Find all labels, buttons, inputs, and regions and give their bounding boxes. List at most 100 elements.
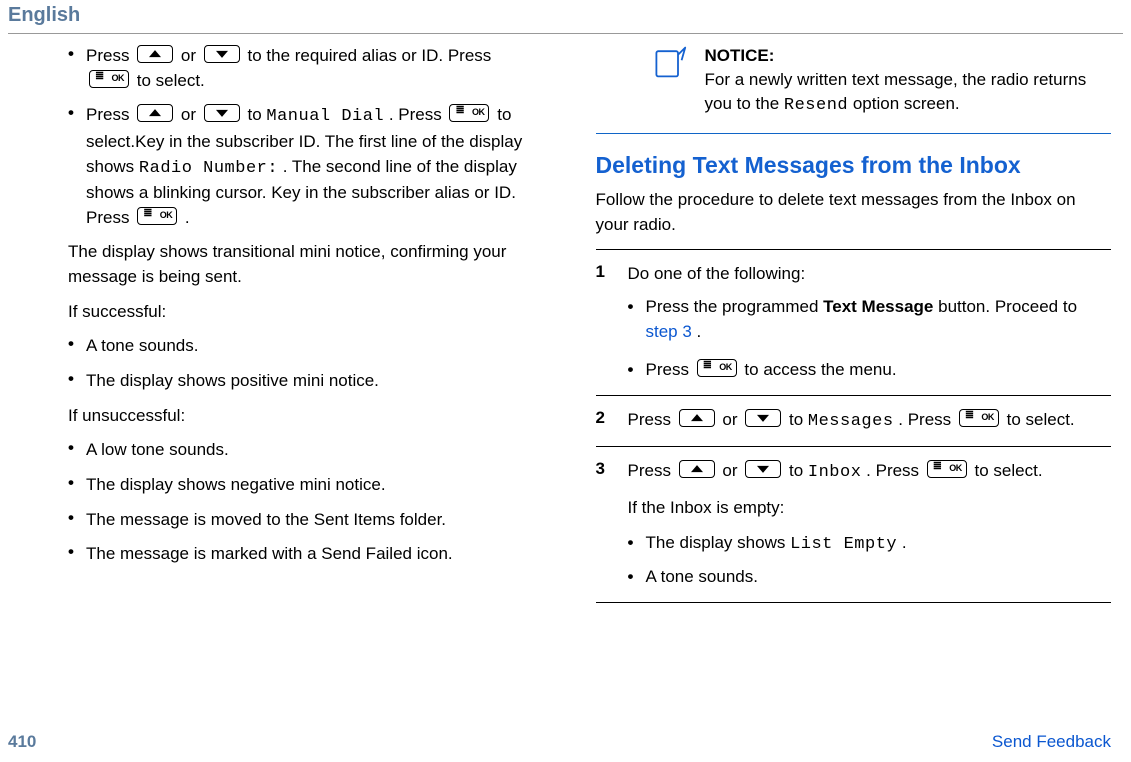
notice-body: NOTICE: For a newly written text message…: [705, 44, 1112, 117]
section-separator: [596, 133, 1112, 134]
ok-key-icon: [697, 359, 737, 377]
step-separator: [596, 602, 1112, 603]
step-body: Press or to Inbox . Press to select. If …: [628, 459, 1112, 590]
right-column: NOTICE: For a newly written text message…: [596, 44, 1112, 615]
bullet-body: A tone sounds.: [86, 334, 536, 359]
text: to select.: [975, 461, 1043, 480]
bullet-dot: •: [68, 103, 86, 123]
if-unsuccessful: If unsuccessful:: [20, 404, 536, 429]
up-key-icon: [679, 460, 715, 478]
page-number: 410: [8, 732, 36, 752]
bullet-dot: •: [68, 369, 86, 389]
bullet-body: A low tone sounds.: [86, 438, 536, 463]
ok-key-icon: [927, 460, 967, 478]
step-3-link[interactable]: step 3: [646, 322, 692, 341]
up-key-icon: [137, 104, 173, 122]
step-body: Press or to Messages . Press to select.: [628, 408, 1112, 435]
bullet-body: Press or to the required alias or ID. Pr…: [86, 44, 536, 93]
bullet-body: A tone sounds.: [646, 565, 758, 590]
step-separator: [596, 249, 1112, 250]
text: to the required alias or ID. Press: [248, 46, 492, 65]
bullet-dot: •: [68, 542, 86, 562]
mono-text: List Empty: [790, 535, 897, 554]
step-1: 1 Do one of the following: • Press the p…: [596, 262, 1112, 383]
inbox-empty-text: If the Inbox is empty:: [628, 496, 1112, 521]
text: .: [697, 322, 702, 341]
text: to access the menu.: [744, 360, 896, 379]
step3-bullet-2: • A tone sounds.: [628, 565, 1112, 590]
step-3: 3 Press or to Inbox . Press to select. I…: [596, 459, 1112, 590]
bullet-body: The display shows negative mini notice.: [86, 473, 536, 498]
down-key-icon: [745, 460, 781, 478]
step-2: 2 Press or to Messages . Press to select…: [596, 408, 1112, 435]
success-bullet-2: • The display shows positive mini notice…: [68, 369, 536, 394]
bullet-dot: •: [68, 508, 86, 528]
notice-title: NOTICE:: [705, 46, 775, 65]
step-separator: [596, 446, 1112, 447]
bullet-dot: •: [68, 44, 86, 64]
section-heading: Deleting Text Messages from the Inbox: [596, 152, 1112, 180]
section-intro: Follow the procedure to delete text mess…: [596, 188, 1112, 237]
step-body: Do one of the following: • Press the pro…: [628, 262, 1112, 383]
step3-bullet-1: • The display shows List Empty .: [628, 531, 1112, 558]
text: to: [789, 461, 808, 480]
down-key-icon: [745, 409, 781, 427]
text: Press: [628, 461, 676, 480]
bullet-body: The display shows List Empty .: [646, 531, 907, 558]
step1-bullet-2: • Press to access the menu.: [628, 358, 1112, 383]
text: to: [789, 410, 808, 429]
bullet-dot: •: [68, 473, 86, 493]
step1-bullet-1: • Press the programmed Text Message butt…: [628, 295, 1112, 344]
notice-box: NOTICE: For a newly written text message…: [596, 44, 1112, 117]
bullet-body: The message is moved to the Sent Items f…: [86, 508, 536, 533]
mono-text: Resend: [784, 96, 848, 115]
text: or: [722, 410, 742, 429]
mono-text: Manual Dial: [266, 107, 384, 126]
text: to: [248, 105, 267, 124]
step-separator: [596, 395, 1112, 396]
ok-key-icon: [959, 409, 999, 427]
text: .: [902, 533, 907, 552]
step-number: 2: [596, 408, 614, 435]
left-column: • Press or to the required alias or ID. …: [20, 44, 536, 615]
bullet-dot: •: [628, 358, 646, 383]
transitional-text: The display shows transitional mini noti…: [20, 240, 536, 289]
up-key-icon: [679, 409, 715, 427]
text: or: [722, 461, 742, 480]
bullet-dot: •: [68, 334, 86, 354]
text: . Press: [898, 410, 956, 429]
step-number: 3: [596, 459, 614, 590]
up-key-icon: [137, 45, 173, 63]
notice-icon: [651, 44, 687, 117]
text: Press: [628, 410, 676, 429]
text: . Press: [389, 105, 447, 124]
text: . Press: [866, 461, 924, 480]
text: or: [181, 46, 201, 65]
ok-key-icon: [137, 207, 177, 225]
unsuccess-bullet-2: • The display shows negative mini notice…: [68, 473, 536, 498]
text: button. Proceed to: [938, 297, 1077, 316]
footer: 410 Send Feedback: [8, 732, 1111, 752]
bullet-dot: •: [628, 565, 646, 590]
text: Press: [86, 46, 134, 65]
bullet-body: Press to access the menu.: [646, 358, 897, 383]
unsuccess-bullet-4: • The message is marked with a Send Fail…: [68, 542, 536, 567]
ok-key-icon: [89, 70, 129, 88]
text: .: [185, 208, 190, 227]
mono-text: Radio Number:: [139, 159, 278, 178]
down-key-icon: [204, 104, 240, 122]
send-feedback-link[interactable]: Send Feedback: [992, 732, 1111, 752]
down-key-icon: [204, 45, 240, 63]
bullet-dot: •: [68, 438, 86, 458]
step-number: 1: [596, 262, 614, 383]
bullet-body: The display shows positive mini notice.: [86, 369, 536, 394]
left-bullet-1: • Press or to the required alias or ID. …: [68, 44, 536, 93]
text: to select.: [1007, 410, 1075, 429]
success-bullet-1: • A tone sounds.: [68, 334, 536, 359]
text: to select.: [137, 71, 205, 90]
text: or: [181, 105, 201, 124]
text: option screen.: [853, 94, 960, 113]
mono-text: Messages: [808, 412, 894, 431]
bullet-dot: •: [628, 295, 646, 344]
if-successful: If successful:: [20, 300, 536, 325]
